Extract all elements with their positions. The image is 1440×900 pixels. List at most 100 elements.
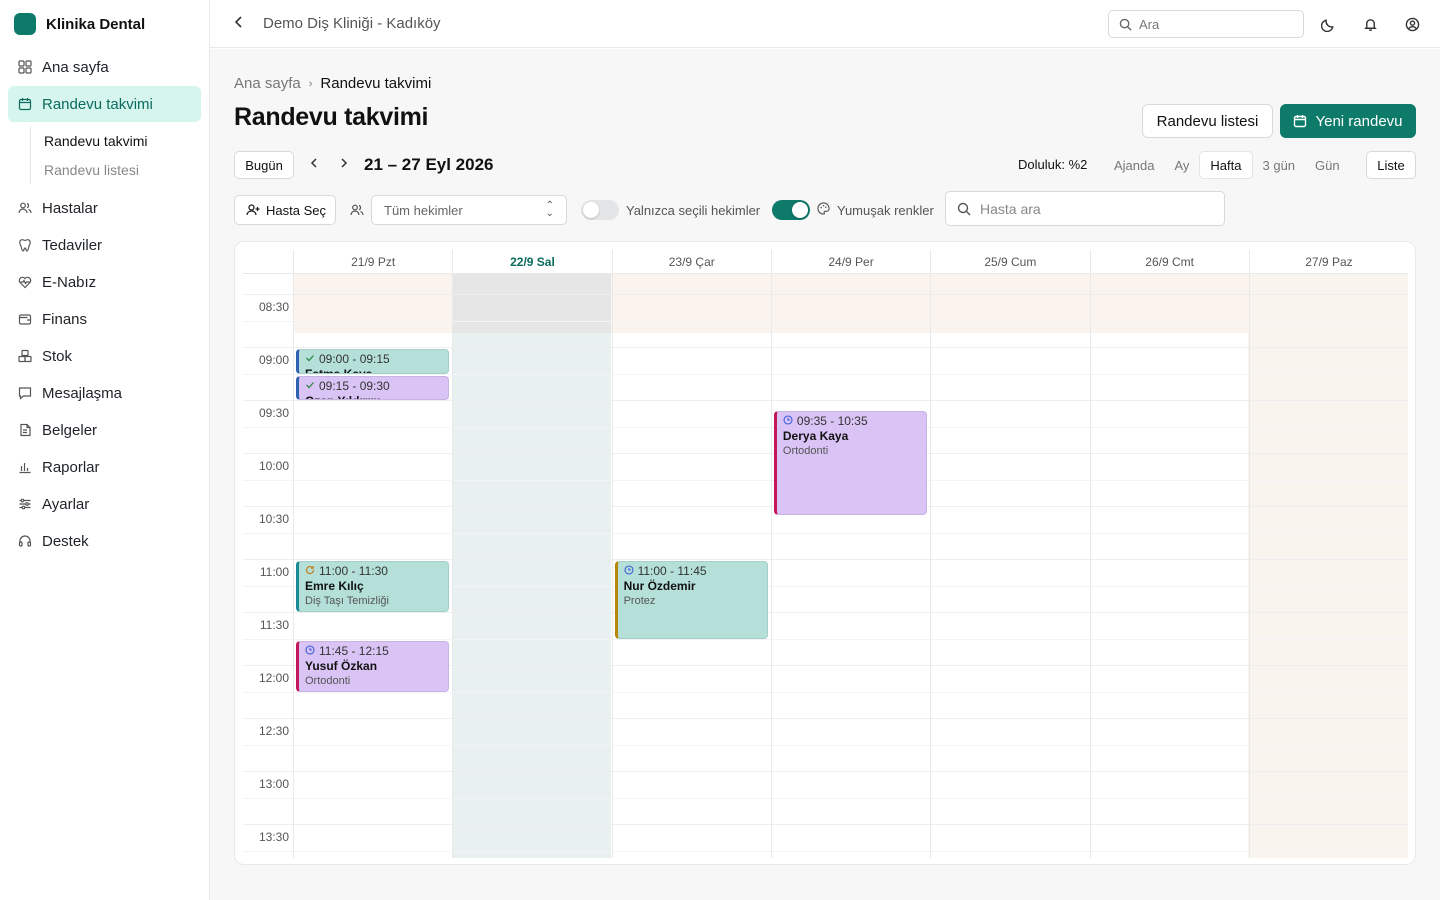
sidebar-item-11[interactable]: Ayarlar: [0, 486, 201, 522]
list-view-button[interactable]: Liste: [1366, 151, 1416, 179]
boxes-icon: [18, 349, 32, 363]
toggle-knob: [792, 202, 808, 218]
sidebar-item-label: Raporlar: [42, 458, 100, 476]
calendar-plus-icon: [1294, 115, 1307, 128]
day-header[interactable]: 21/9 Pzt: [293, 250, 453, 274]
time-label: 12:30: [258, 724, 289, 739]
toggle-knob: [583, 202, 599, 218]
soft-colors-toggle[interactable]: [772, 200, 810, 220]
day-header[interactable]: 27/9 Paz: [1248, 250, 1408, 274]
appointment-card[interactable]: 09:00 - 09:15Fatma Kaya: [296, 349, 450, 374]
topbar: Demo Diş Kliniği - Kadıköy Ara: [210, 0, 1440, 48]
chevron-left-icon: [310, 158, 317, 168]
sidebar-item-10[interactable]: Raporlar: [0, 449, 201, 485]
next-week-button[interactable]: [338, 156, 350, 172]
sidebar-item-5[interactable]: E-Nabız: [0, 264, 201, 300]
only-selected-toggle[interactable]: [581, 200, 619, 220]
appointment-treatment: Diş Taşı Temizliği: [305, 595, 389, 608]
appointment-time: 09:15 - 09:30: [319, 378, 390, 393]
day-header[interactable]: 22/9 Sal: [452, 250, 612, 274]
time-label: 11:00: [259, 565, 289, 580]
appointment-time-row: 11:00 - 11:30: [305, 564, 442, 578]
day-header[interactable]: 26/9 Cmt: [1089, 250, 1249, 274]
chevron-right-icon: ›: [308, 77, 313, 90]
day-column-border: [930, 274, 932, 858]
moon-icon[interactable]: [1318, 14, 1338, 34]
view-tab[interactable]: Ay: [1164, 151, 1199, 179]
appointment-card[interactable]: 11:45 - 12:15 Yusuf Özkan Ortodonti: [296, 640, 450, 692]
day-header[interactable]: 25/9 Cum: [930, 250, 1090, 274]
sidebar-item-label: Mesajlaşma: [42, 384, 123, 402]
sidebar-item-12[interactable]: Destek: [0, 523, 201, 559]
search-icon: [957, 202, 971, 215]
appointment-card[interactable]: 09:15 - 09:30Ozan Yıldırım: [296, 375, 450, 401]
user-circle-icon[interactable]: [1402, 14, 1422, 34]
sidebar-item-label: Destek: [42, 532, 89, 550]
sidebar-item-8[interactable]: Mesajlaşma: [0, 375, 201, 411]
main-content: Ana sayfa › Randevu takvimi Randevu takv…: [210, 49, 1440, 900]
appointment-patient: Fatma Kaya: [305, 367, 442, 373]
appointment-patient: Emre Kılıç: [305, 579, 364, 594]
palette-icon: [817, 202, 830, 220]
breadcrumb: Ana sayfa › Randevu takvimi: [234, 75, 431, 92]
today-button[interactable]: Bugün: [234, 151, 294, 179]
view-tab[interactable]: Ajanda: [1104, 151, 1164, 179]
sidebar-subitem[interactable]: Randevu listesi: [44, 155, 209, 184]
select-patient-button[interactable]: Hasta Seç: [234, 195, 336, 225]
view-tab[interactable]: Hafta: [1199, 151, 1253, 179]
appointment-card[interactable]: 11:00 - 11:30 Emre Kılıç Diş Taşı Temizliğ…: [296, 561, 450, 613]
view-tab[interactable]: Gün: [1305, 151, 1350, 179]
search-icon: [1119, 18, 1132, 31]
check-icon: [305, 379, 315, 393]
appointment-card[interactable]: 09:35 - 10:35 Derya Kaya Ortodonti: [773, 411, 928, 516]
sidebar-item-1[interactable]: Ana sayfa: [0, 49, 201, 85]
appointment-card[interactable]: 11:00 - 11:45 Nur Özdemir Protez: [614, 561, 768, 639]
sidebar-item-label: Finans: [42, 310, 88, 328]
clinic-name[interactable]: Demo Diş Kliniği - Kadıköy: [263, 15, 441, 32]
appointment-time: 09:35 - 10:35: [796, 414, 868, 429]
grid-line: [243, 559, 1408, 561]
appointment-time: 09:00 - 09:15: [319, 352, 390, 367]
sidebar-item-4[interactable]: Tedaviler: [0, 227, 201, 263]
only-selected-label: Yalnızca seçili hekimler: [626, 203, 761, 218]
time-label: 09:00: [258, 353, 289, 368]
sidebar-item-2[interactable]: Randevu takvimi: [8, 86, 201, 122]
grid-icon: [18, 60, 32, 74]
bar-chart-icon: [18, 460, 32, 474]
clock-icon: [624, 564, 634, 578]
time-label: 11:30: [259, 618, 289, 633]
header-corner: [243, 250, 293, 274]
sidebar-item-label: Ayarlar: [42, 495, 90, 513]
patient-search-input[interactable]: Hasta ara: [945, 191, 1225, 226]
time-label: 13:30: [258, 830, 289, 845]
day-header[interactable]: 23/9 Çar: [611, 250, 771, 274]
wallet-icon: [18, 312, 32, 326]
back-icon[interactable]: [232, 15, 246, 32]
sidebar-item-3[interactable]: Hastalar: [0, 190, 201, 226]
breadcrumb-home[interactable]: Ana sayfa: [234, 75, 301, 92]
sidebar-item-7[interactable]: Stok: [0, 338, 201, 374]
appointment-patient: Nur Özdemir: [623, 579, 696, 594]
sidebar: Klinika Dental Ana sayfa Randevu takvimi R…: [0, 0, 210, 900]
global-search-input[interactable]: Ara: [1108, 10, 1304, 38]
sidebar-item-6[interactable]: Finans: [0, 301, 201, 337]
time-label: 13:00: [258, 777, 289, 792]
doctors-select[interactable]: Tüm hekimler ⌃ ⌄: [371, 195, 567, 225]
appointment-list-button[interactable]: Randevu listesi: [1142, 104, 1273, 138]
chevron-up-down-icon: ⌃ ⌄: [545, 200, 554, 219]
view-tab[interactable]: 3 gün: [1253, 151, 1306, 179]
prev-week-button[interactable]: [308, 156, 320, 172]
new-appointment-button[interactable]: Yeni randevu: [1280, 104, 1416, 138]
grid-line-quarter: [243, 798, 1408, 800]
sidebar-item-label: Randevu takvimi: [42, 95, 153, 113]
bell-icon[interactable]: [1360, 14, 1380, 34]
sidebar-item-9[interactable]: Belgeler: [0, 412, 201, 448]
grid-line: [243, 347, 1408, 349]
appointment-time: 11:00 - 11:45: [637, 564, 707, 579]
appointment-time: 11:45 - 12:15: [319, 643, 389, 658]
day-header[interactable]: 24/9 Per: [770, 250, 931, 274]
brand[interactable]: Klinika Dental: [0, 0, 209, 48]
sidebar-item-label: Hastalar: [42, 199, 98, 217]
message-icon: [18, 386, 32, 400]
sidebar-subitem[interactable]: Randevu takvimi: [44, 126, 209, 155]
